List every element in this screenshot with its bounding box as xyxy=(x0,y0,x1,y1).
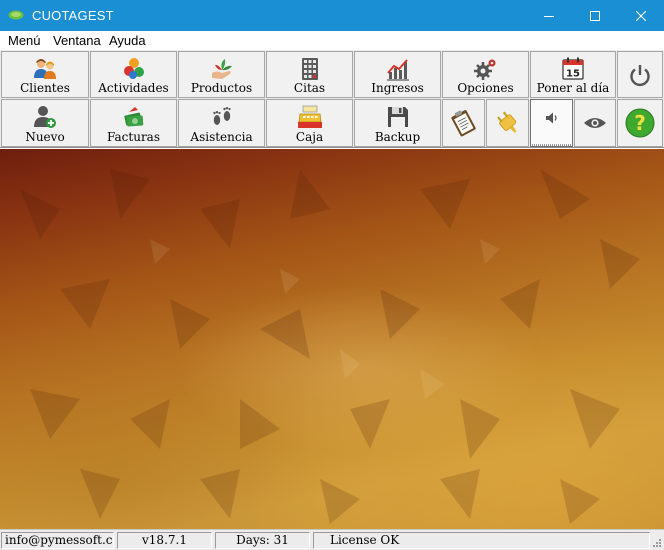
products-icon xyxy=(211,59,232,79)
opciones-label: Opciones xyxy=(457,81,514,95)
ingresos-label: Ingresos xyxy=(371,81,424,95)
clipboard-button[interactable] xyxy=(442,99,485,147)
new-client-icon xyxy=(34,106,56,128)
status-version: v18.7.1 xyxy=(117,532,212,549)
app-logo-icon xyxy=(8,10,24,20)
window-title: CUOTAGEST xyxy=(32,8,114,23)
floppy-disk-icon xyxy=(387,107,408,127)
attendance-footprints-icon xyxy=(212,107,231,125)
ingresos-button[interactable]: Ingresos xyxy=(354,51,441,98)
productos-button[interactable]: Productos xyxy=(178,51,265,98)
facturas-label: Facturas xyxy=(107,130,160,144)
menu-item-ventana[interactable]: Ventana xyxy=(53,33,101,48)
close-button[interactable] xyxy=(618,0,664,31)
actividades-button[interactable]: Actividades xyxy=(90,51,177,98)
clientes-button[interactable]: Clientes xyxy=(1,51,89,98)
poner-al-dia-label: Poner al día xyxy=(536,81,610,95)
speaker-button[interactable] xyxy=(530,99,573,147)
income-chart-icon xyxy=(386,59,409,81)
workspace-background xyxy=(0,149,664,529)
menu-item-ayuda[interactable]: Ayuda xyxy=(109,33,146,48)
caja-button[interactable]: Caja xyxy=(266,99,353,147)
status-days: Days: 31 xyxy=(215,532,310,549)
minimize-icon xyxy=(544,15,554,17)
toolbar: Clientes Actividades Productos Citas Ing… xyxy=(0,50,664,148)
clientes-label: Clientes xyxy=(20,81,70,95)
calendar-day: 15 xyxy=(566,69,580,80)
help-button[interactable]: ? xyxy=(617,99,663,147)
citas-button[interactable]: Citas xyxy=(266,51,353,98)
power-icon xyxy=(630,64,650,86)
cash-register-icon xyxy=(297,105,322,128)
help-icon: ? xyxy=(625,108,655,138)
clipboard-icon xyxy=(450,110,476,137)
nuevo-label: Nuevo xyxy=(25,130,65,144)
eye-icon xyxy=(584,118,606,128)
status-email: info@pymessoft.com xyxy=(1,532,114,549)
speaker-icon xyxy=(545,112,557,124)
close-icon xyxy=(636,10,646,21)
facturas-button[interactable]: Facturas xyxy=(90,99,177,147)
power-button[interactable] xyxy=(617,51,663,98)
citas-label: Citas xyxy=(293,81,326,95)
focus-indicator xyxy=(532,144,571,146)
status-license: License OK xyxy=(313,532,650,549)
menu-bar: Menú Ventana Ayuda xyxy=(0,31,664,50)
invoices-icon xyxy=(123,107,143,127)
eye-button[interactable] xyxy=(574,99,616,147)
caja-label: Caja xyxy=(295,130,324,144)
svg-text:?: ? xyxy=(634,111,646,135)
status-bar: info@pymessoft.com v18.7.1 Days: 31 Lice… xyxy=(0,529,664,550)
asistencia-button[interactable]: Asistencia xyxy=(178,99,265,147)
maximize-icon xyxy=(590,10,600,21)
activities-icon xyxy=(123,58,144,79)
actividades-label: Actividades xyxy=(98,81,169,95)
backup-button[interactable]: Backup xyxy=(354,99,441,147)
productos-label: Productos xyxy=(190,81,253,95)
appointments-icon xyxy=(301,58,318,80)
maximize-button[interactable] xyxy=(572,0,618,31)
backup-label: Backup xyxy=(374,130,421,144)
options-gears-icon xyxy=(473,59,495,80)
opciones-button[interactable]: Opciones xyxy=(442,51,529,98)
plug-icon xyxy=(496,111,516,133)
plug-button[interactable] xyxy=(486,99,529,147)
texture-overlay xyxy=(20,169,640,524)
calendar-15-icon: 15 xyxy=(562,57,584,80)
asistencia-label: Asistencia xyxy=(190,130,253,144)
clients-icon xyxy=(34,59,56,79)
menu-item-menu[interactable]: Menú xyxy=(8,33,41,48)
title-bar[interactable]: CUOTAGEST xyxy=(0,0,664,31)
poner-al-dia-button[interactable]: 15 Poner al día xyxy=(530,51,616,98)
resize-grip-icon[interactable] xyxy=(650,536,662,548)
nuevo-button[interactable]: Nuevo xyxy=(1,99,89,147)
minimize-button[interactable] xyxy=(526,0,572,31)
